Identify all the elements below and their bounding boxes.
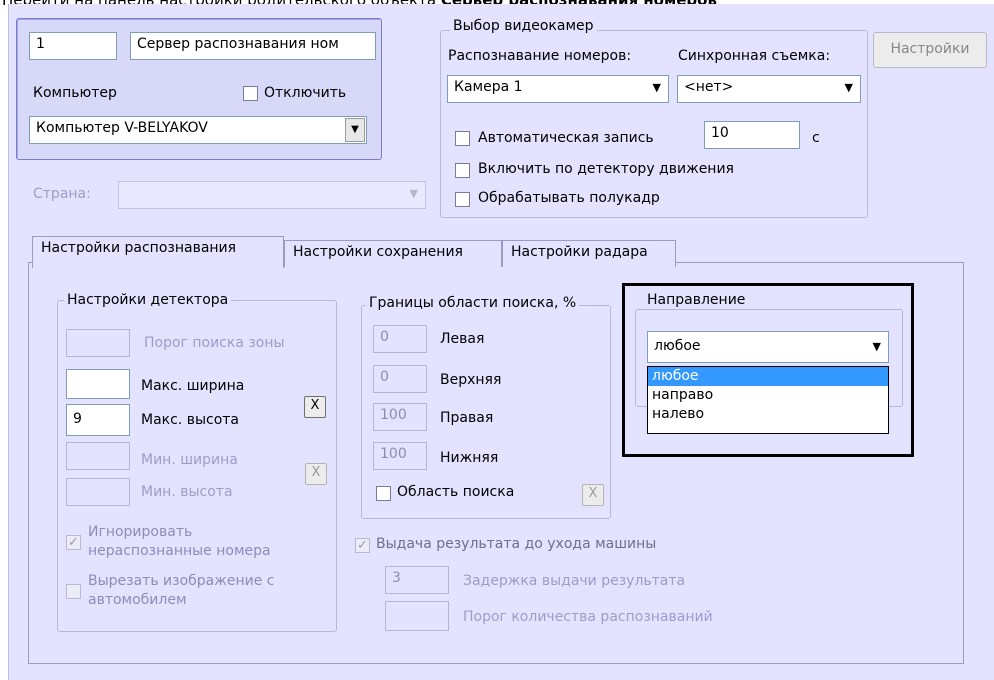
bound-left-label: Левая	[440, 331, 485, 347]
country-select[interactable]: ▼	[118, 181, 426, 209]
tab-radar-settings[interactable]: Настройки радара	[502, 240, 676, 267]
autorecord-label: Автоматическая запись	[478, 130, 654, 146]
recognition-camera-label: Распознавание номеров:	[448, 48, 632, 64]
max-height-field[interactable]: 9	[66, 404, 130, 436]
ignore-unrecognized-checkbox[interactable]	[66, 535, 81, 550]
direction-option-right[interactable]: направо	[648, 386, 888, 405]
bound-left-field[interactable]: 0	[373, 325, 427, 353]
direction-dropdown-list: любое направо налево	[647, 366, 889, 434]
search-bounds-legend: Границы области поиска, %	[366, 295, 580, 311]
early-output-checkbox[interactable]	[355, 538, 370, 553]
computer-select-value: Компьютер V-BELYAKOV	[36, 120, 208, 136]
halfframe-label: Обрабатывать полукадр	[478, 190, 660, 206]
recognition-camera-value: Камера 1	[454, 79, 523, 95]
halfframe-checkbox[interactable]	[455, 192, 470, 207]
ignore-unrecognized-label-line2: нераспознанные номера	[88, 543, 271, 559]
tab-save-settings[interactable]: Настройки сохранения	[284, 240, 502, 267]
zone-threshold-label: Порог поиска зоны	[144, 335, 285, 351]
search-area-label: Область поиска	[397, 484, 515, 500]
sync-camera-value: <нет>	[684, 79, 734, 95]
computer-label: Компьютер	[33, 85, 117, 101]
settings-button[interactable]: Настройки	[873, 32, 987, 68]
chevron-down-icon: ▼	[652, 81, 661, 94]
motion-detector-label: Включить по детектору движения	[478, 161, 734, 177]
bound-top-label: Верхняя	[440, 372, 502, 388]
min-height-field[interactable]	[66, 478, 130, 506]
min-width-label: Мин. ширина	[141, 452, 238, 468]
ignore-unrecognized-label-line1: Игнорировать	[88, 524, 193, 540]
chevron-down-icon[interactable]: ▼	[345, 118, 365, 142]
detector-settings-legend: Настройки детектора	[64, 292, 232, 308]
sync-camera-select[interactable]: <нет> ▼	[677, 75, 861, 103]
chevron-down-icon: ▼	[409, 187, 418, 200]
bound-bottom-label: Нижняя	[440, 450, 499, 466]
bound-top-field[interactable]: 0	[373, 365, 427, 393]
recognition-count-label: Порог количества распознаваний	[463, 609, 713, 625]
country-label: Страна:	[33, 186, 91, 202]
min-height-label: Мин. высота	[141, 484, 233, 500]
zone-threshold-field[interactable]	[66, 329, 130, 357]
bound-right-field[interactable]: 100	[373, 403, 427, 431]
tab-recognition-settings[interactable]: Настройки распознавания	[32, 236, 284, 268]
recognition-count-field[interactable]	[385, 601, 449, 631]
min-width-field[interactable]	[66, 442, 130, 470]
chevron-down-icon: ▼	[844, 81, 853, 94]
disable-label: Отключить	[264, 85, 347, 101]
early-output-label: Выдача результата до ухода машины	[376, 536, 657, 552]
sync-camera-label: Синхронная съемка:	[678, 48, 831, 64]
bound-right-label: Правая	[440, 410, 494, 426]
max-width-field[interactable]	[66, 369, 130, 399]
clear-min-size-button[interactable]: X	[305, 463, 327, 485]
crop-image-label-line1: Вырезать изображение с	[88, 573, 275, 589]
direction-option-left[interactable]: налево	[648, 405, 888, 424]
autorecord-seconds-field[interactable]: 10	[704, 121, 800, 149]
clear-search-area-button[interactable]: X	[582, 484, 604, 506]
bound-bottom-field[interactable]: 100	[373, 442, 427, 470]
max-width-label: Макс. ширина	[141, 378, 245, 394]
computer-select[interactable]: Компьютер V-BELYAKOV ▼	[29, 116, 367, 144]
max-height-label: Макс. высота	[141, 412, 240, 428]
clear-max-size-button[interactable]: X	[304, 396, 326, 418]
crop-image-checkbox[interactable]	[66, 584, 81, 599]
output-delay-label: Задержка выдачи результата	[463, 573, 686, 589]
object-name-field[interactable]: Сервер распознавания ном	[130, 32, 376, 60]
output-delay-field[interactable]: 3	[385, 566, 449, 594]
autorecord-checkbox[interactable]	[455, 131, 470, 146]
search-area-checkbox[interactable]	[376, 486, 391, 501]
camera-selection-legend: Выбор видеокамер	[450, 18, 597, 34]
object-id-field[interactable]: 1	[29, 32, 117, 60]
disable-checkbox[interactable]	[243, 86, 258, 101]
direction-option-any[interactable]: любое	[648, 367, 888, 386]
crop-image-label-line2: автомобилем	[88, 592, 187, 608]
recognition-camera-select[interactable]: Камера 1 ▼	[447, 75, 669, 103]
motion-detector-checkbox[interactable]	[455, 163, 470, 178]
autorecord-unit: с	[812, 130, 820, 146]
